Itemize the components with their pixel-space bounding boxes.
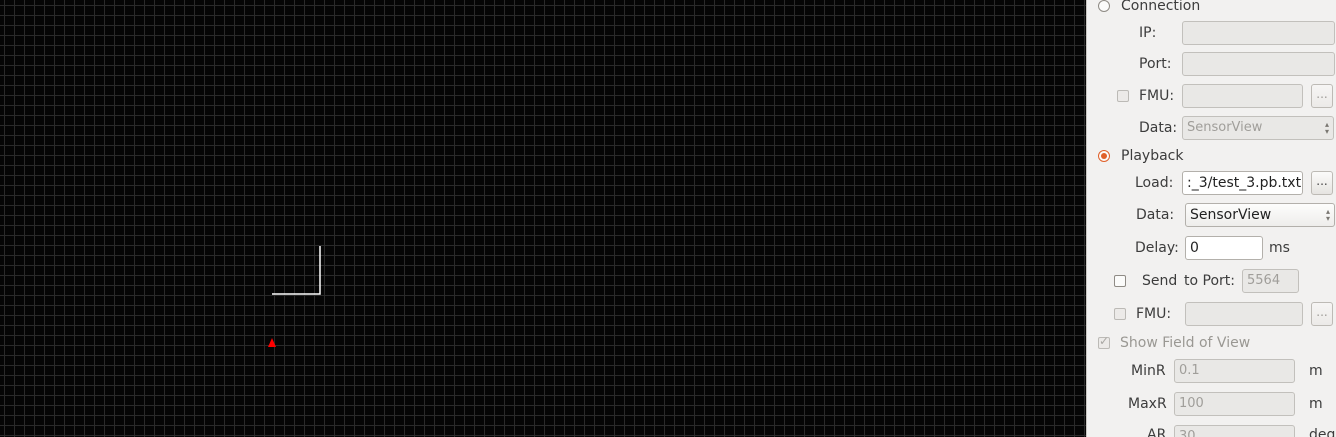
minr-input[interactable]: 0.1 (1174, 359, 1295, 383)
playback-fmu-checkbox[interactable] (1114, 308, 1126, 320)
az-label: AR (1147, 427, 1167, 437)
delay-unit: ms (1269, 240, 1290, 256)
port-label: Port: (1139, 56, 1172, 72)
combo-arrows-icon: ▴ ▾ (1324, 120, 1329, 136)
connection-fmu-input[interactable] (1182, 84, 1303, 108)
ip-input[interactable] (1182, 21, 1335, 45)
connection-data-label: Data: (1139, 120, 1178, 136)
minr-label: MinR (1131, 363, 1166, 379)
connection-radio[interactable] (1098, 0, 1110, 12)
settings-panel: Connection IP: Port: FMU: ... Data: Sens… (1086, 0, 1336, 437)
maxr-unit: m (1309, 396, 1323, 412)
connection-fmu-checkbox[interactable] (1117, 90, 1129, 102)
ip-label: IP: (1139, 25, 1157, 41)
load-label: Load: (1135, 175, 1174, 191)
playback-label: Playback (1121, 148, 1184, 164)
playback-fmu-browse-button[interactable]: ... (1311, 302, 1333, 326)
minr-unit: m (1309, 363, 1323, 379)
scene-canvas (268, 246, 321, 347)
connection-label: Connection (1121, 0, 1201, 14)
playback-fmu-label: FMU: (1136, 306, 1172, 322)
delay-label: Delay: (1135, 240, 1179, 256)
az-unit: deg (1309, 427, 1336, 437)
playback-fmu-input[interactable] (1185, 302, 1303, 326)
load-file-input[interactable]: :_3/test_3.pb.txt (1182, 171, 1303, 195)
scene-viewport[interactable] (0, 0, 1086, 437)
detected-object-outline (272, 246, 321, 295)
connection-data-select[interactable]: SensorView ▴ ▾ (1182, 116, 1334, 140)
playback-data-label: Data: (1136, 207, 1175, 223)
port-input[interactable] (1182, 52, 1335, 76)
send-checkbox[interactable] (1114, 275, 1126, 287)
playback-data-value: SensorView (1190, 207, 1272, 223)
connection-fmu-browse-button[interactable]: ... (1311, 84, 1333, 108)
playback-data-select[interactable]: SensorView ▴ ▾ (1185, 203, 1335, 227)
load-browse-button[interactable]: ... (1311, 171, 1333, 195)
delay-input[interactable]: 0 (1185, 236, 1263, 260)
connection-data-value: SensorView (1187, 120, 1263, 135)
combo-arrows-icon: ▴ ▾ (1325, 207, 1330, 223)
ego-vehicle-marker (268, 338, 276, 347)
to-port-label: to Port: (1184, 273, 1235, 289)
maxr-label: MaxR (1128, 396, 1167, 412)
connection-fmu-label: FMU: (1139, 88, 1175, 104)
send-label: Send (1142, 273, 1178, 289)
show-fov-label: Show Field of View (1120, 335, 1251, 351)
to-port-input[interactable]: 5564 (1242, 269, 1299, 293)
maxr-input[interactable]: 100 (1174, 392, 1295, 416)
show-fov-checkbox[interactable] (1098, 334, 1110, 349)
az-input[interactable]: 30 (1174, 425, 1295, 437)
playback-radio[interactable] (1098, 150, 1110, 162)
